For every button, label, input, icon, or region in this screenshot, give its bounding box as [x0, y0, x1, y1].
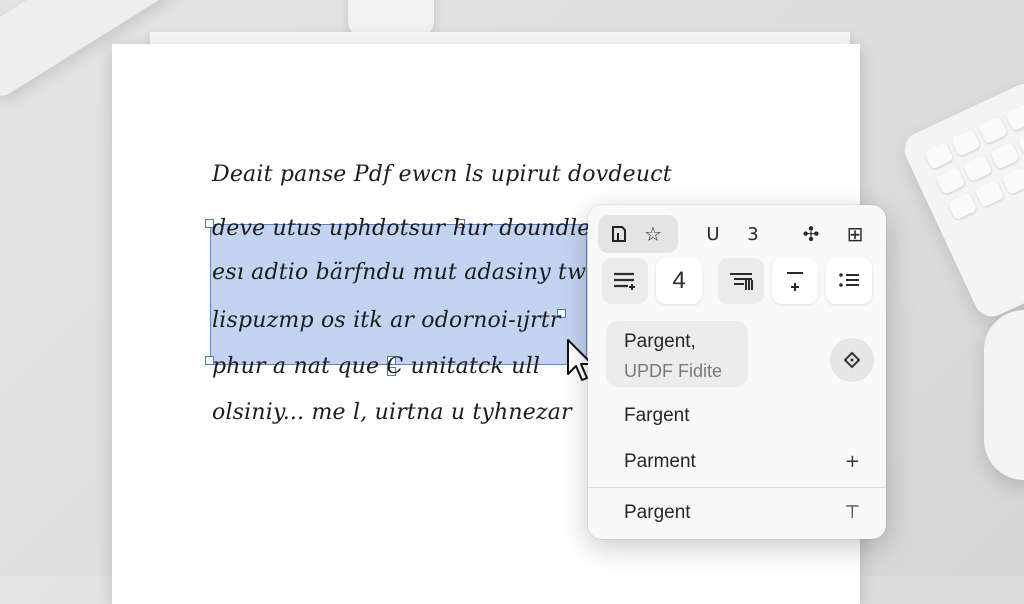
star-icon[interactable]: ☆: [638, 217, 668, 251]
align-right-icon[interactable]: [718, 258, 764, 304]
pin-icon: ⊤: [844, 502, 860, 523]
menu-item-subtitle: UPDF Fidite: [624, 361, 723, 381]
document-text-line[interactable]: phur a nat que C unitatck ull: [212, 354, 540, 379]
text-selection[interactable]: [205, 219, 587, 376]
table-icon[interactable]: ⊞: [840, 217, 870, 251]
bullet-list-icon[interactable]: [826, 258, 872, 304]
menu-item-title: Pargent,: [624, 331, 696, 352]
document-text-line[interactable]: Deait panse Pdf ewcn ls upirut dovdeuct: [212, 162, 672, 187]
number-three-icon[interactable]: 3: [738, 217, 768, 251]
line-spacing-icon[interactable]: [772, 258, 818, 304]
document-text-line[interactable]: lispuzmp os itk ar odornoi-ıjrtr: [212, 308, 561, 333]
context-menu-popup: ☆ U 3 ✣ ⊞ 4 Pargent, UPDF Fidite Fargent…: [588, 205, 886, 539]
grid-icon[interactable]: ✣: [796, 217, 826, 251]
select-tool-icon[interactable]: [604, 217, 634, 251]
text-size-icon[interactable]: 4: [656, 258, 702, 304]
menu-item-selected[interactable]: Pargent, UPDF Fidite: [606, 321, 748, 387]
keyboard: [898, 77, 1024, 323]
menu-item[interactable]: Pargent: [624, 502, 691, 524]
document-text-line[interactable]: olsiniy... me l, uirtna u tyhnezar: [212, 400, 572, 425]
menu-item[interactable]: Fargent: [624, 405, 689, 427]
plus-icon: +: [844, 451, 860, 472]
menu-divider: [588, 487, 886, 488]
underline-icon[interactable]: U: [698, 217, 728, 251]
desk-object: [348, 0, 434, 36]
mouse: [984, 310, 1024, 480]
document-text-line[interactable]: esı adtio bärfndu mut adasiny tw: [212, 260, 586, 285]
diamond-icon[interactable]: [830, 338, 874, 382]
menu-item[interactable]: Parment: [624, 451, 696, 473]
document-text-line[interactable]: deve utus uphdotsur hur doundle: [212, 216, 590, 241]
align-left-icon[interactable]: [602, 258, 648, 304]
